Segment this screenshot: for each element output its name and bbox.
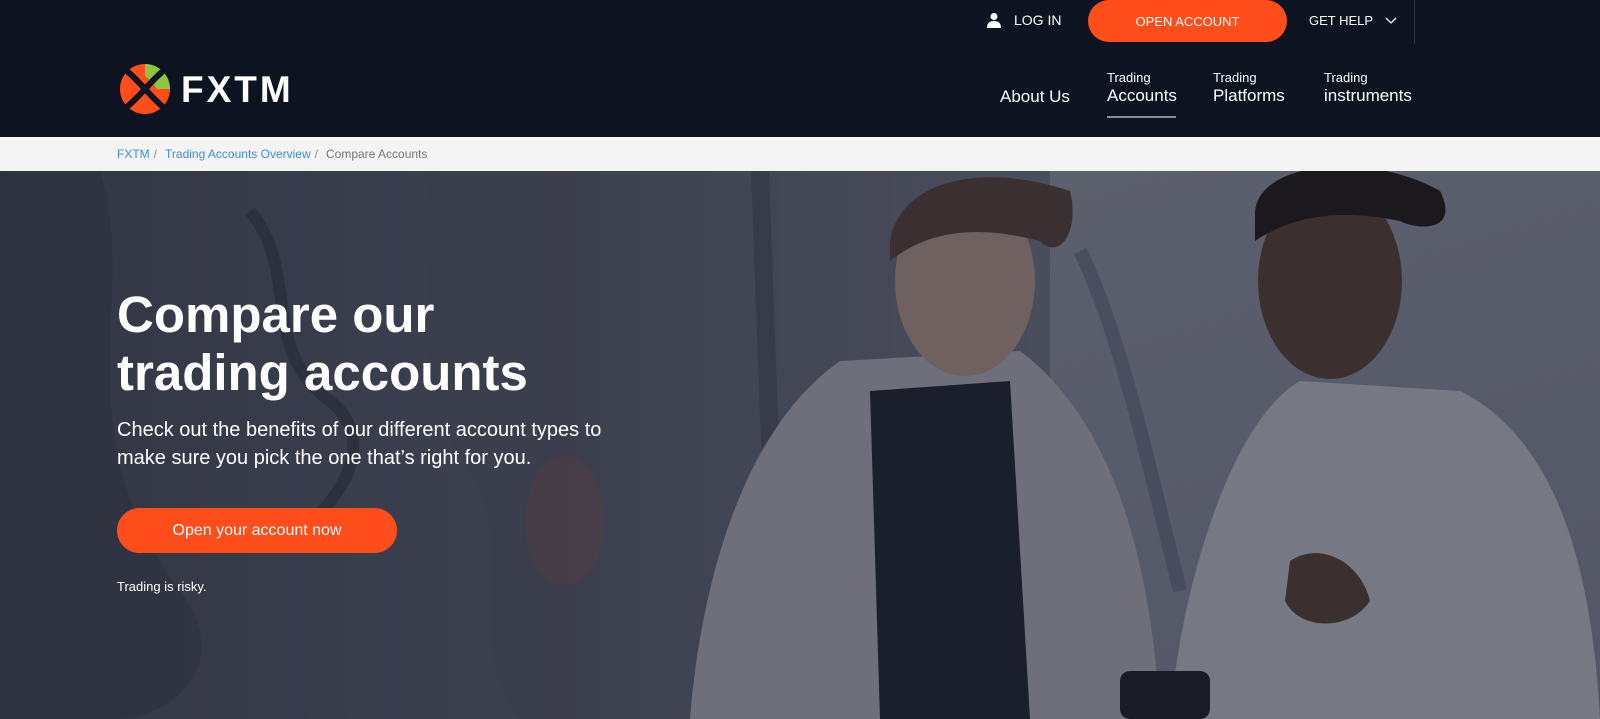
hero-title-line-1: Compare our <box>117 286 435 343</box>
hero-subtitle: Check out the benefits of our different … <box>117 416 677 472</box>
nav-about-us[interactable]: About Us <box>1000 87 1070 107</box>
nav-trading-accounts[interactable]: Trading Accounts <box>1107 70 1177 106</box>
breadcrumb-separator: / <box>153 147 158 161</box>
hero-title-line-2: trading accounts <box>117 344 528 401</box>
breadcrumb: FXTM / Trading Accounts Overview / Compa… <box>0 137 1600 171</box>
get-help-dropdown[interactable]: GET HELP <box>1309 8 1397 32</box>
breadcrumb-separator: / <box>314 147 318 161</box>
nav-accounts-main: Accounts <box>1107 86 1177 105</box>
nav-instruments-main: instruments <box>1324 86 1412 105</box>
chevron-down-icon <box>1385 14 1397 26</box>
nav-platforms-main: Platforms <box>1213 86 1285 105</box>
breadcrumb-current: Compare Accounts <box>325 147 428 161</box>
breadcrumb-home[interactable]: FXTM <box>117 147 150 161</box>
user-icon <box>986 12 1002 28</box>
breadcrumb-overview[interactable]: Trading Accounts Overview <box>165 147 311 161</box>
hero-subtitle-line-1: Check out the benefits of our different … <box>117 419 602 441</box>
active-nav-underline <box>1107 116 1176 118</box>
risk-warning: Trading is risky. <box>117 579 207 594</box>
open-your-account-button[interactable]: Open your account now <box>117 508 397 553</box>
login-link[interactable]: LOG IN <box>986 8 1061 32</box>
hero-subtitle-line-2: make sure you pick the one that’s right … <box>117 447 532 469</box>
fxtm-logo[interactable]: FXTM <box>119 63 294 115</box>
hero-content: Compare our trading accounts Check out t… <box>117 286 677 472</box>
nav-trading-platforms[interactable]: Trading Platforms <box>1213 70 1285 106</box>
top-divider <box>1414 0 1415 44</box>
hero-title: Compare our trading accounts <box>117 286 677 402</box>
nav-platforms-sub: Trading <box>1213 70 1257 85</box>
nav-trading-instruments[interactable]: Trading instruments <box>1324 70 1412 106</box>
fxtm-logo-icon <box>120 64 170 114</box>
nav-accounts-sub: Trading <box>1107 70 1151 85</box>
login-label: LOG IN <box>1014 12 1062 28</box>
get-help-label: GET HELP <box>1309 12 1374 28</box>
logo-text: FXTM <box>181 68 294 110</box>
open-account-button[interactable]: OPEN ACCOUNT <box>1088 0 1287 42</box>
site-header: LOG IN OPEN ACCOUNT GET HELP FXTM About … <box>0 0 1600 137</box>
nav-instruments-sub: Trading <box>1324 70 1368 85</box>
hero-banner: Compare our trading accounts Check out t… <box>0 171 1600 719</box>
